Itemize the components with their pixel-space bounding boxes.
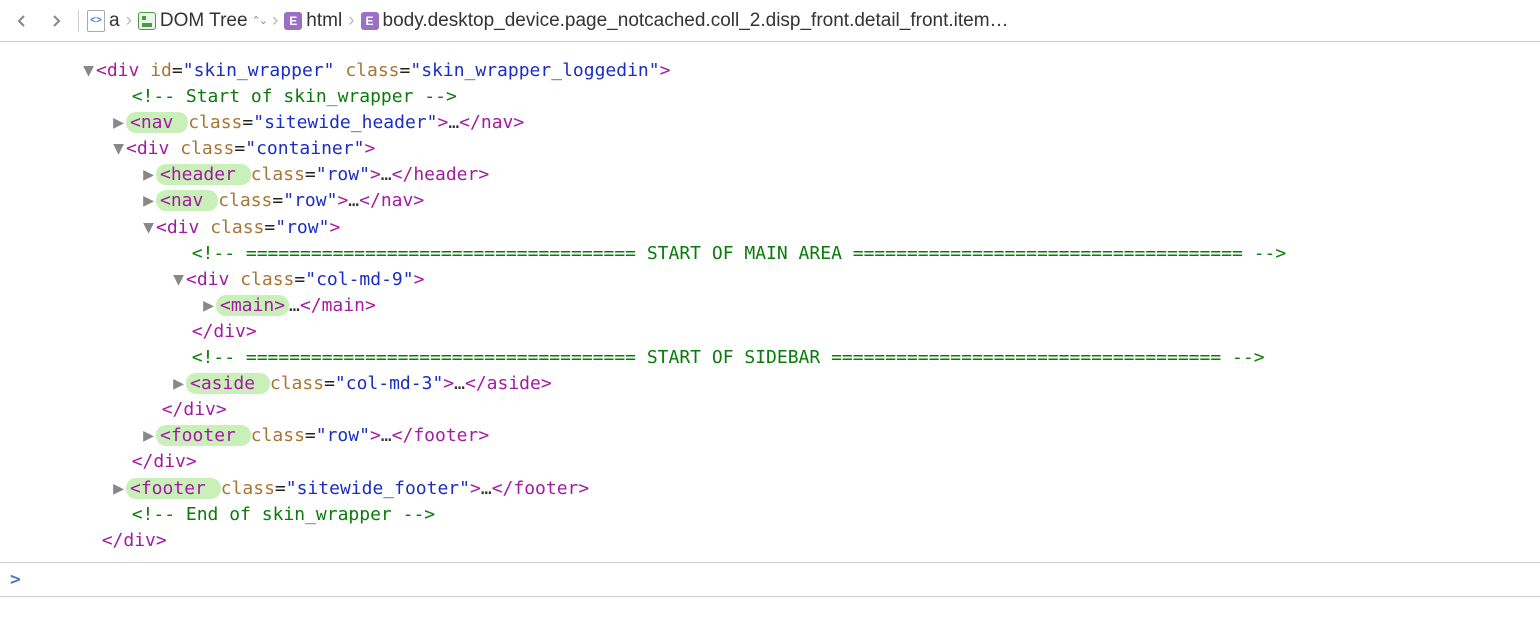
disclosure-closed-icon[interactable]: ▶ bbox=[110, 110, 124, 136]
disclosure-closed-icon[interactable]: ▶ bbox=[170, 371, 184, 397]
tree-comment[interactable]: <!-- ===================================… bbox=[80, 241, 1540, 267]
tree-node-close[interactable]: </div> bbox=[80, 397, 1540, 423]
console-prompt-icon: > bbox=[10, 569, 21, 590]
breadcrumb-a-label: a bbox=[109, 10, 120, 32]
breadcrumb-html[interactable]: E html bbox=[284, 10, 342, 32]
disclosure-closed-icon[interactable]: ▶ bbox=[140, 423, 154, 449]
element-badge-icon: E bbox=[284, 12, 302, 30]
element-badge-icon: E bbox=[361, 12, 379, 30]
tree-node[interactable]: ▶<footer class="row">…</footer> bbox=[80, 423, 1540, 449]
breadcrumb-file[interactable]: <> a bbox=[87, 10, 120, 32]
nav-forward-button[interactable] bbox=[42, 7, 70, 35]
file-icon: <> bbox=[87, 10, 105, 32]
tree-node[interactable]: ▶<aside class="col-md-3">…</aside> bbox=[80, 371, 1540, 397]
chevron-right-icon: › bbox=[272, 10, 278, 32]
tree-node[interactable]: ▼<div class="col-md-9"> bbox=[80, 267, 1540, 293]
up-down-icon[interactable]: ⌃⌄ bbox=[252, 14, 266, 27]
disclosure-closed-icon[interactable]: ▶ bbox=[140, 162, 154, 188]
tree-node-close[interactable]: </div> bbox=[80, 528, 1540, 554]
disclosure-open-icon[interactable]: ▼ bbox=[80, 58, 94, 84]
breadcrumb-html-label: html bbox=[306, 10, 342, 32]
dom-tree-icon bbox=[138, 12, 156, 30]
tree-node-close[interactable]: </div> bbox=[80, 449, 1540, 475]
tree-node[interactable]: ▼<div class="container"> bbox=[80, 136, 1540, 162]
breadcrumb-body-label: body.desktop_device.page_notcached.coll_… bbox=[383, 10, 1009, 32]
inspector-toolbar: <> a › DOM Tree ⌃⌄ › E html › E body.des… bbox=[0, 0, 1540, 42]
dom-tree-panel: ▼<div id="skin_wrapper" class="skin_wrap… bbox=[0, 42, 1540, 562]
disclosure-closed-icon[interactable]: ▶ bbox=[200, 293, 214, 319]
chevron-right-icon: › bbox=[348, 10, 354, 32]
disclosure-closed-icon[interactable]: ▶ bbox=[140, 188, 154, 214]
tree-node[interactable]: ▶<main>…</main> bbox=[80, 293, 1540, 319]
tree-node-close[interactable]: </div> bbox=[80, 319, 1540, 345]
tree-node[interactable]: ▶<footer class="sitewide_footer">…</foot… bbox=[80, 476, 1540, 502]
tree-node[interactable]: ▼<div class="row"> bbox=[80, 215, 1540, 241]
breadcrumb-dom-tree[interactable]: DOM Tree ⌃⌄ bbox=[138, 10, 266, 32]
disclosure-open-icon[interactable]: ▼ bbox=[140, 215, 154, 241]
breadcrumb-body[interactable]: E body.desktop_device.page_notcached.col… bbox=[361, 10, 1009, 32]
chevron-right-icon: › bbox=[126, 10, 132, 32]
tree-comment[interactable]: <!-- Start of skin_wrapper --> bbox=[80, 84, 1540, 110]
disclosure-closed-icon[interactable]: ▶ bbox=[110, 476, 124, 502]
tree-comment[interactable]: <!-- ===================================… bbox=[80, 345, 1540, 371]
tree-comment[interactable]: <!-- End of skin_wrapper --> bbox=[80, 502, 1540, 528]
tree-node[interactable]: ▶<nav class="row">…</nav> bbox=[80, 188, 1540, 214]
tree-node[interactable]: ▶<nav class="sitewide_header">…</nav> bbox=[80, 110, 1540, 136]
tree-node[interactable]: ▶<header class="row">…</header> bbox=[80, 162, 1540, 188]
disclosure-open-icon[interactable]: ▼ bbox=[110, 136, 124, 162]
nav-back-button[interactable] bbox=[8, 7, 36, 35]
console-input[interactable]: > bbox=[0, 562, 1540, 597]
tree-node[interactable]: ▼<div id="skin_wrapper" class="skin_wrap… bbox=[80, 58, 1540, 84]
disclosure-open-icon[interactable]: ▼ bbox=[170, 267, 184, 293]
toolbar-divider bbox=[78, 10, 79, 32]
breadcrumb-dom-tree-label: DOM Tree bbox=[160, 10, 248, 32]
